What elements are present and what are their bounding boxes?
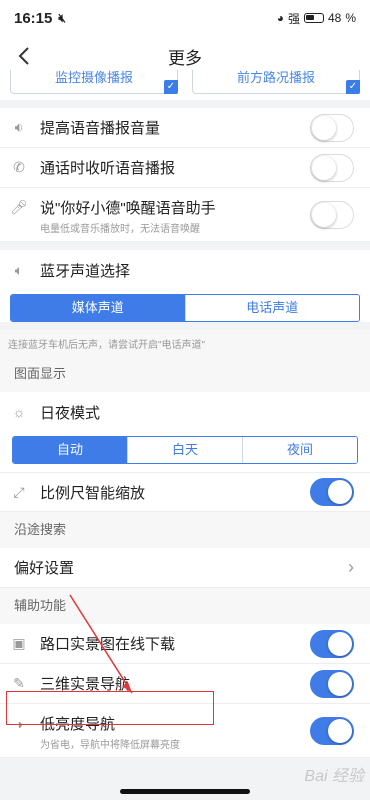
display-section: ☼ 日夜模式 自动 白天 夜间 ⤢ 比例尺智能缩放 [0,392,370,512]
media-channel-option[interactable]: 媒体声道 [11,295,186,321]
speaker-plus-icon: 🔉︎ [14,119,24,135]
day-night-selector: 自动 白天 夜间 [12,436,358,464]
phone-channel-option[interactable]: 电话声道 [185,295,359,321]
low-brightness-toggle[interactable] [310,716,354,745]
broadcast-section: 监控摄像播报 ✓ 前方路况播报 ✓ [0,70,370,100]
bluetooth-speaker-icon: 🔈︎ [14,261,24,278]
home-indicator [120,789,250,794]
chevron-left-icon [18,47,29,65]
voice-section: 🔉︎ 提高语音播报音量 ✆ 通话时收听语音播报 🎤︎ 说"你好小德"唤醒语音助手… [0,108,370,242]
highlight-box [6,691,214,725]
preference-settings-row[interactable]: 偏好设置 › [0,548,370,588]
bluetooth-hint: 连接蓝牙车机后无声，请尝试开启"电话声道" [0,330,370,356]
expand-icon: ⤢ [13,483,25,500]
signal-label: 强 [287,11,300,26]
call-broadcast-row: ✆ 通话时收听语音播报 [0,148,370,188]
bluetooth-channel-selector: 媒体声道 电话声道 [10,294,360,322]
volume-boost-toggle[interactable] [310,113,354,142]
check-icon: ✓ [346,80,360,94]
sun-icon: ☼ [12,404,26,420]
night-mode-option[interactable]: 夜间 [243,437,357,463]
page-title: 更多 [168,48,202,68]
search-group-title: 沿途搜索 [0,512,370,548]
3d-pen-icon: ✎ [13,675,25,691]
junction-image-row: ▣ 路口实景图在线下载 [0,624,370,664]
assist-group-title: 辅助功能 [0,588,370,624]
status-bar: 16:15 🔇︎ ◕ 强 48% [0,0,370,36]
status-time: 16:15 [14,9,53,27]
battery-percent: 48 [327,11,342,25]
signal-icon: ◕ [276,11,284,25]
chevron-right-icon: › [348,557,354,577]
bluetooth-section: 🔈︎ 蓝牙声道选择 媒体声道 电话声道 [0,250,370,322]
camera-broadcast-button[interactable]: 监控摄像播报 ✓ [10,70,178,94]
phone-icon: ✆ [13,159,25,175]
back-button[interactable] [10,42,38,70]
3d-navigation-toggle[interactable] [310,669,354,698]
junction-image-toggle[interactable] [310,629,354,658]
day-night-row: ☼ 日夜模式 [0,392,370,432]
auto-mode-option[interactable]: 自动 [13,437,128,463]
day-mode-option[interactable]: 白天 [128,437,243,463]
call-broadcast-toggle[interactable] [310,153,354,182]
image-icon: ▣ [12,635,26,651]
search-section: 偏好设置 › [0,548,370,588]
check-icon: ✓ [164,80,178,94]
road-broadcast-button[interactable]: 前方路况播报 ✓ [192,70,360,94]
battery-icon [303,13,324,23]
scale-zoom-toggle[interactable] [310,478,354,506]
bluetooth-row: 🔈︎ 蓝牙声道选择 [0,250,370,290]
volume-boost-row: 🔉︎ 提高语音播报音量 [0,108,370,148]
microphone-icon: 🎤︎ [10,199,28,215]
wake-assistant-toggle[interactable] [310,200,354,229]
mute-icon: 🔇︎ [58,10,66,25]
wake-assistant-row: 🎤︎ 说"你好小德"唤醒语音助手 电量低或音乐播放时，无法语音唤醒 [0,188,370,242]
scale-zoom-row: ⤢ 比例尺智能缩放 [0,472,370,512]
watermark: Bai 经验 [304,768,364,785]
display-group-title: 图面显示 [0,356,370,392]
